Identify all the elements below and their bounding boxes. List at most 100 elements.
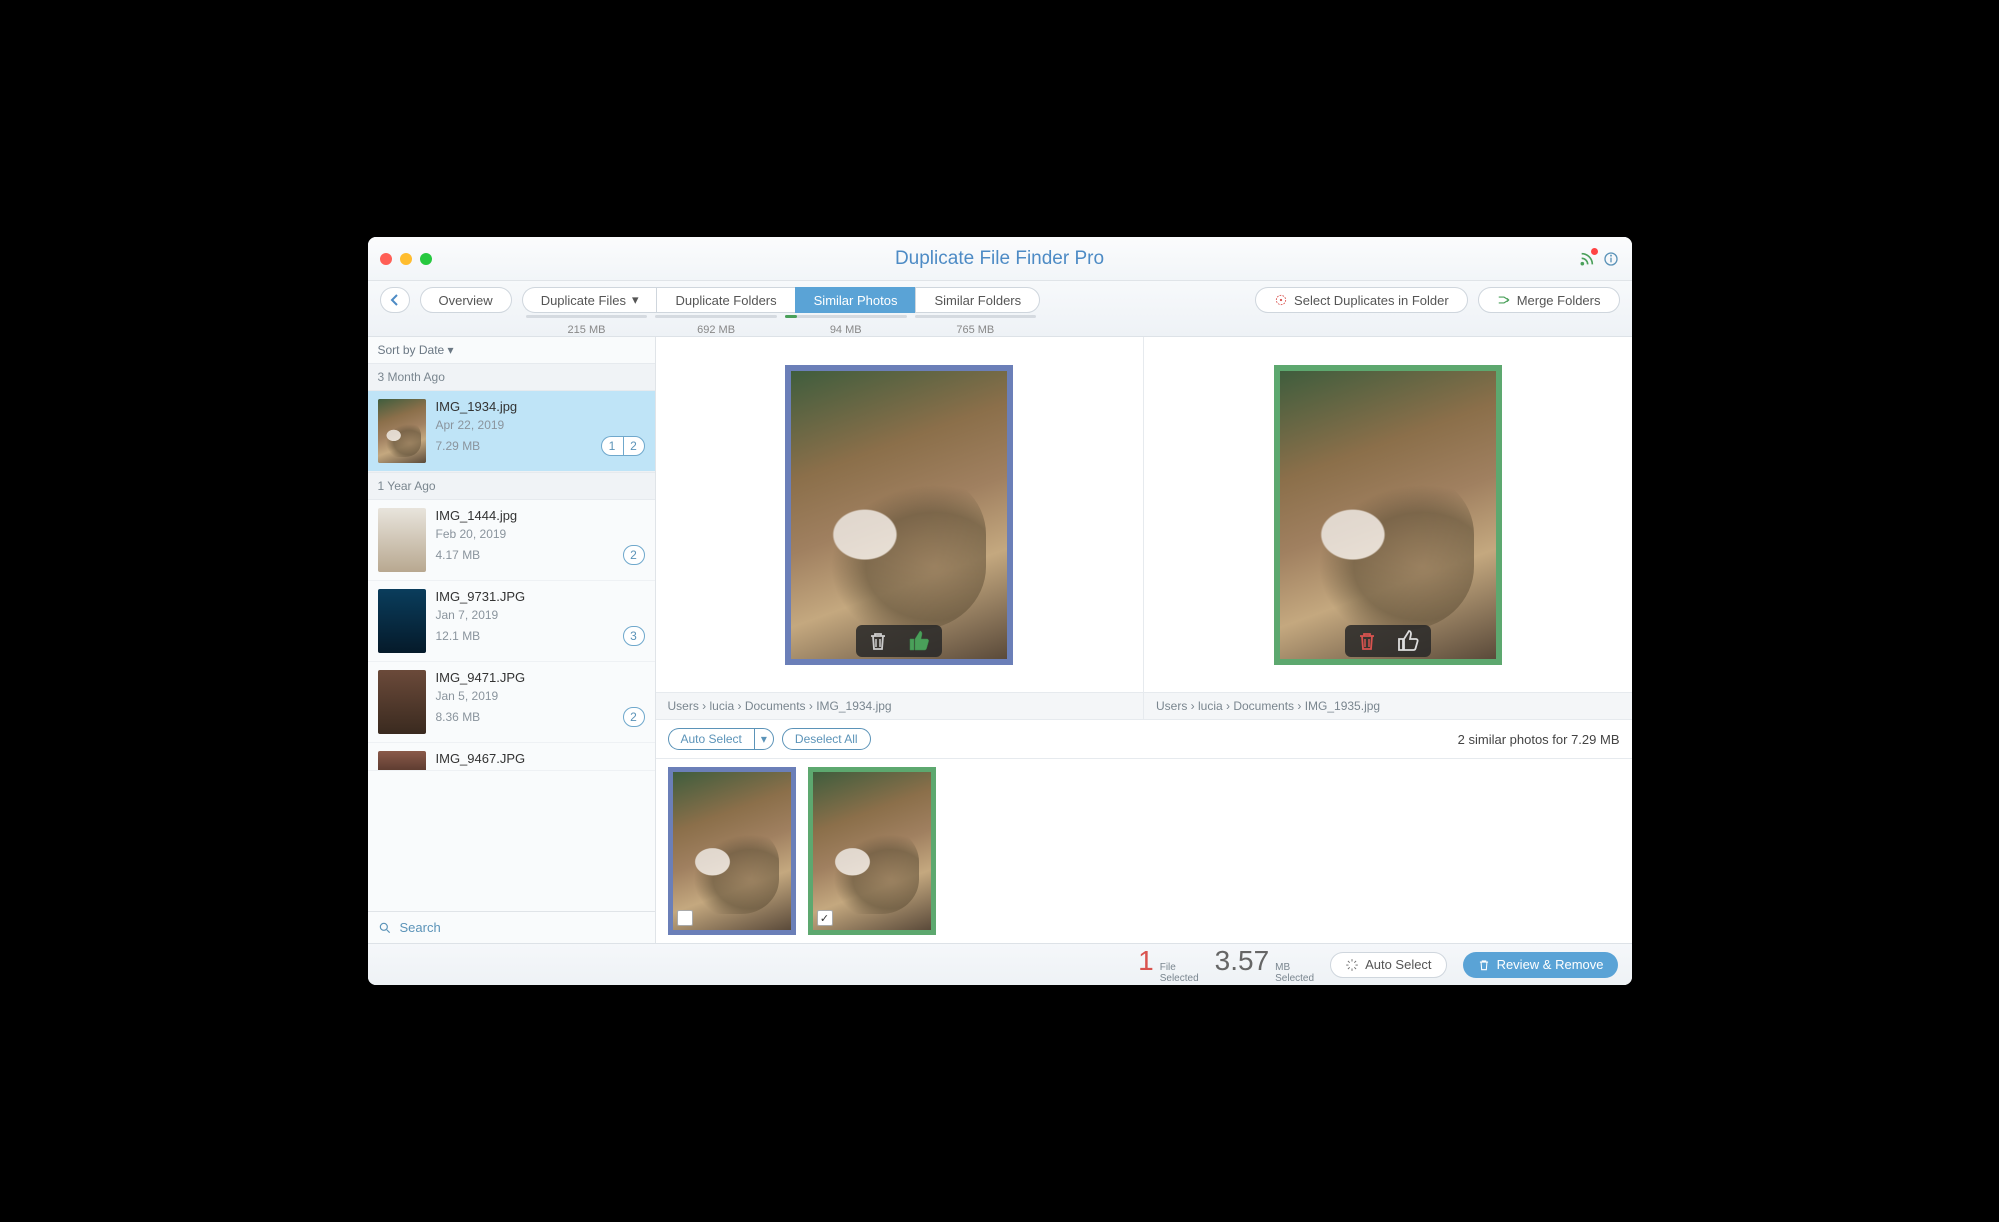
overview-button[interactable]: Overview: [420, 287, 512, 313]
item-size: 4.17 MB: [436, 548, 481, 562]
trash-icon[interactable]: [1355, 629, 1379, 653]
tab-label: Similar Folders: [934, 293, 1021, 308]
section-header: 3 Month Ago: [368, 363, 655, 391]
item-size: 7.29 MB: [436, 439, 481, 453]
files-selected-stat: 1 File Selected: [1138, 945, 1199, 984]
review-remove-button[interactable]: Review & Remove: [1463, 952, 1618, 978]
button-label: Review & Remove: [1497, 957, 1604, 972]
tabs: Duplicate Files ▾ Duplicate Folders Simi…: [522, 287, 1040, 313]
item-size: 8.36 MB: [436, 710, 481, 724]
trash-icon: [1477, 958, 1491, 972]
checkbox[interactable]: [677, 910, 693, 926]
tab-size: 94 MB: [781, 324, 911, 336]
preview-image-right[interactable]: [1274, 365, 1502, 665]
search-input[interactable]: Search: [368, 911, 655, 943]
section-header: 1 Year Ago: [368, 472, 655, 500]
thumbnail-strip: ✓: [656, 759, 1632, 943]
thumbnail-item[interactable]: [668, 767, 796, 935]
tab-label: Duplicate Files: [541, 293, 626, 308]
list-item[interactable]: IMG_9471.JPG Jan 5, 2019 8.36 MB 2: [368, 662, 655, 743]
item-date: Feb 20, 2019: [436, 527, 645, 541]
merge-folders-button[interactable]: Merge Folders: [1478, 287, 1620, 313]
preview-image-left[interactable]: [785, 365, 1013, 665]
item-date: Jan 5, 2019: [436, 689, 645, 703]
rss-icon[interactable]: [1578, 250, 1596, 268]
mb-count: 3.57: [1215, 945, 1270, 977]
trash-icon[interactable]: [866, 629, 890, 653]
merge-icon: [1497, 293, 1511, 307]
stat-label: MB: [1275, 962, 1314, 973]
tab-size: 692 MB: [651, 324, 781, 336]
auto-select-dropdown[interactable]: ▾: [754, 728, 774, 750]
back-button[interactable]: [380, 287, 410, 313]
similar-count-label: 2 similar photos for 7.29 MB: [1458, 732, 1620, 747]
titlebar: Duplicate File Finder Pro: [368, 237, 1632, 281]
thumbnail: [378, 751, 426, 771]
breadcrumb: Users › lucia › Documents › IMG_1935.jpg: [1144, 692, 1632, 719]
thumbnail-item[interactable]: ✓: [808, 767, 936, 935]
item-size: 12.1 MB: [436, 629, 481, 643]
tab-duplicate-files[interactable]: Duplicate Files ▾: [522, 287, 657, 313]
checkbox[interactable]: ✓: [817, 910, 833, 926]
app-title: Duplicate File Finder Pro: [368, 248, 1632, 270]
item-date: Jan 7, 2019: [436, 608, 645, 622]
action-overlay: [1345, 625, 1431, 657]
thumbnail: [378, 670, 426, 734]
deselect-all-button[interactable]: Deselect All: [782, 728, 871, 750]
selection-toolbar: Auto Select ▾ Deselect All 2 similar pho…: [656, 719, 1632, 759]
count-badge: 1: [601, 436, 623, 456]
sort-label: Sort by Date: [378, 343, 445, 357]
tab-label: Duplicate Folders: [675, 293, 776, 308]
stat-label: Selected: [1275, 973, 1314, 984]
footer: 1 File Selected 3.57 MB Selected Auto Se…: [368, 943, 1632, 985]
sparkle-icon: [1345, 958, 1359, 972]
thumbs-up-icon[interactable]: [1397, 629, 1421, 653]
button-label: Auto Select: [1365, 957, 1432, 972]
info-icon[interactable]: [1602, 250, 1620, 268]
list-item[interactable]: IMG_9467.JPG: [368, 743, 655, 771]
count-badge: 2: [623, 545, 645, 565]
sidebar: Sort by Date ▾ 3 Month Ago IMG_1934.jpg …: [368, 337, 656, 943]
stat-label: File: [1160, 962, 1199, 973]
toolbar: Overview Duplicate Files ▾ Duplicate Fol…: [368, 281, 1632, 337]
preview-pane-left: Users › lucia › Documents › IMG_1934.jpg: [656, 337, 1145, 719]
count-badge: 3: [623, 626, 645, 646]
sort-dropdown[interactable]: Sort by Date ▾: [368, 337, 655, 363]
item-name: IMG_1934.jpg: [436, 399, 645, 414]
item-name: IMG_9467.JPG: [436, 751, 645, 766]
thumbs-up-icon[interactable]: [908, 629, 932, 653]
preview-pane-right: Users › lucia › Documents › IMG_1935.jpg: [1144, 337, 1632, 719]
item-name: IMG_9471.JPG: [436, 670, 645, 685]
select-duplicates-button[interactable]: Select Duplicates in Folder: [1255, 287, 1468, 313]
button-label: Merge Folders: [1517, 293, 1601, 308]
main-panel: Users › lucia › Documents › IMG_1934.jpg: [656, 337, 1632, 943]
search-icon: [378, 921, 392, 935]
app-window: Duplicate File Finder Pro Overview Dupli…: [368, 237, 1632, 985]
item-name: IMG_1444.jpg: [436, 508, 645, 523]
list-item[interactable]: IMG_9731.JPG Jan 7, 2019 12.1 MB 3: [368, 581, 655, 662]
mb-selected-stat: 3.57 MB Selected: [1215, 945, 1314, 984]
tab-duplicate-folders[interactable]: Duplicate Folders: [656, 287, 794, 313]
tab-similar-folders[interactable]: Similar Folders: [915, 287, 1040, 313]
target-icon: [1274, 293, 1288, 307]
item-name: IMG_9731.JPG: [436, 589, 645, 604]
chevron-down-icon: ▾: [632, 292, 639, 308]
action-overlay: [856, 625, 942, 657]
search-placeholder: Search: [400, 920, 441, 935]
breadcrumb: Users › lucia › Documents › IMG_1934.jpg: [656, 692, 1144, 719]
tab-similar-photos[interactable]: Similar Photos: [795, 287, 916, 313]
count-badge: 2: [623, 436, 645, 456]
preview-row: Users › lucia › Documents › IMG_1934.jpg: [656, 337, 1632, 719]
count-badge: 2: [623, 707, 645, 727]
footer-auto-select-button[interactable]: Auto Select: [1330, 952, 1447, 978]
auto-select-button[interactable]: Auto Select: [668, 728, 754, 750]
tab-size: 765 MB: [911, 324, 1041, 336]
thumbnail: [378, 399, 426, 463]
list-item[interactable]: IMG_1444.jpg Feb 20, 2019 4.17 MB 2: [368, 500, 655, 581]
stat-label: Selected: [1160, 973, 1199, 984]
item-date: Apr 22, 2019: [436, 418, 645, 432]
tab-label: Similar Photos: [814, 293, 898, 308]
tab-size: 215 MB: [522, 324, 652, 336]
notification-dot-icon: [1591, 248, 1598, 255]
list-item[interactable]: IMG_1934.jpg Apr 22, 2019 7.29 MB 1 2: [368, 391, 655, 472]
